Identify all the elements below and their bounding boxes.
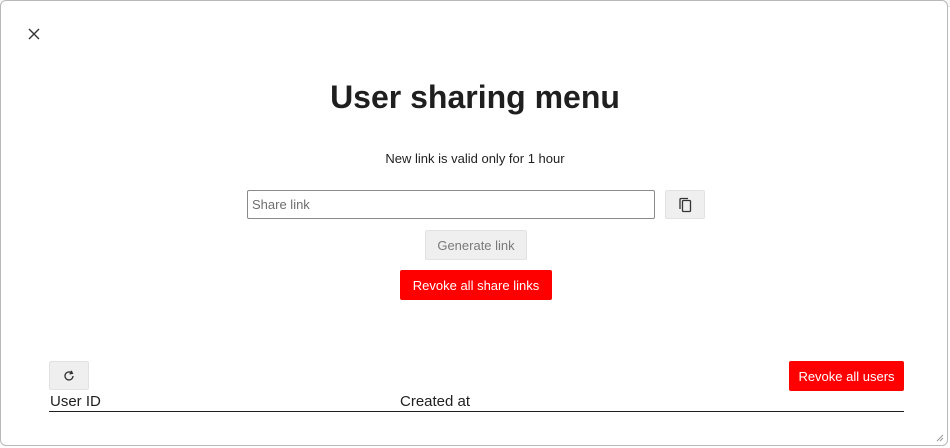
copy-link-button[interactable] xyxy=(665,190,705,219)
revoke-all-share-links-button[interactable]: Revoke all share links xyxy=(400,270,552,300)
dialog-title: User sharing menu xyxy=(330,79,620,115)
column-header-user-id: User ID xyxy=(50,393,101,410)
generate-link-button[interactable]: Generate link xyxy=(425,230,527,260)
share-link-input[interactable] xyxy=(247,190,655,219)
copy-icon xyxy=(679,197,692,212)
user-sharing-dialog: User sharing menu New link is valid only… xyxy=(0,0,948,446)
link-validity-note: New link is valid only for 1 hour xyxy=(385,151,565,166)
column-header-created-at: Created at xyxy=(400,393,471,410)
resize-grip-icon[interactable] xyxy=(934,432,944,442)
close-icon xyxy=(28,28,40,40)
refresh-users-button[interactable] xyxy=(49,361,89,390)
refresh-icon xyxy=(64,370,74,381)
users-table-header: User ID Created at xyxy=(49,393,904,412)
revoke-all-users-button[interactable]: Revoke all users xyxy=(789,361,904,391)
close-button[interactable] xyxy=(23,23,45,45)
